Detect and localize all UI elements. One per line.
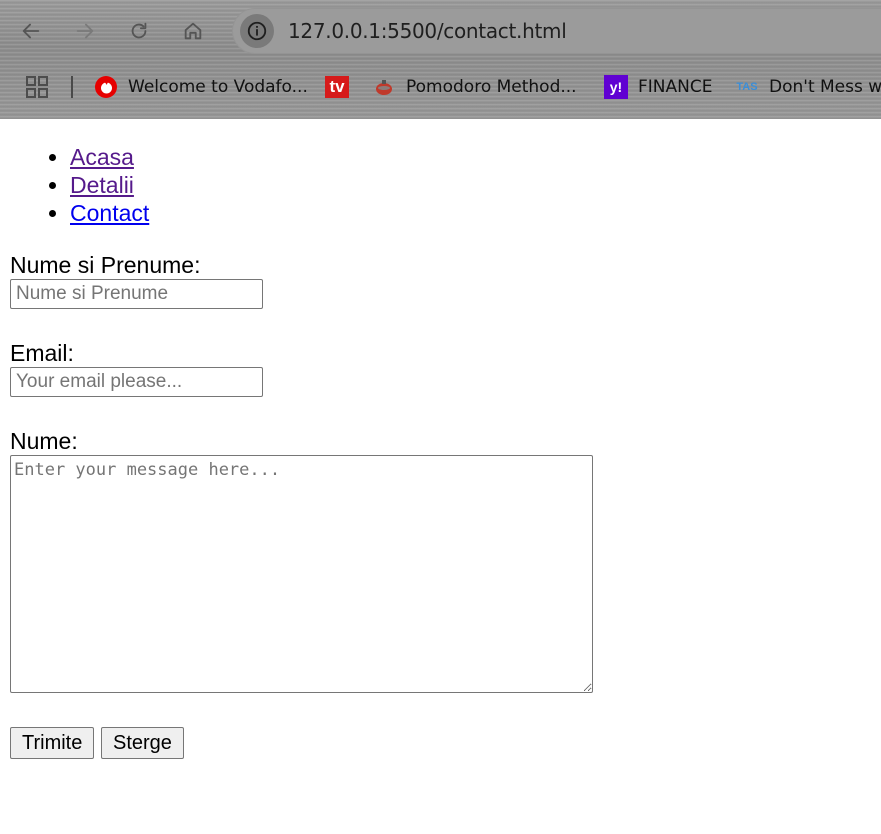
bookmark-label: Welcome to Vodafo...	[128, 77, 308, 97]
bookmark-tas[interactable]: TAS Don't Mess wi	[735, 72, 881, 102]
yahoo-finance-icon: y!	[604, 75, 628, 99]
back-arrow-icon	[22, 23, 40, 39]
info-icon	[247, 21, 267, 41]
tas-icon: TAS	[736, 81, 758, 93]
reload-icon	[131, 22, 147, 39]
tomato-timer-icon	[372, 75, 396, 99]
nav-link-detalii[interactable]: Detalii	[70, 172, 134, 198]
bookmark-vodafone[interactable]: Welcome to Vodafo...	[94, 72, 308, 102]
nav-item-acasa: Acasa	[70, 143, 149, 171]
reload-button[interactable]	[122, 14, 156, 48]
vodafone-icon	[94, 75, 118, 99]
browser-chrome: 127.0.0.1:5500/contact.html Welcome to V…	[0, 0, 881, 119]
nav-link-acasa[interactable]: Acasa	[70, 144, 134, 170]
site-nav: Acasa Detalii Contact	[30, 143, 149, 227]
home-icon	[184, 22, 202, 40]
nav-item-detalii: Detalii	[70, 171, 149, 199]
submit-button[interactable]: Trimite	[10, 727, 95, 759]
tv-icon: tv	[325, 76, 349, 98]
reset-button[interactable]: Sterge	[101, 727, 184, 759]
forward-button[interactable]	[68, 14, 102, 48]
bookmarks-bar: Welcome to Vodafo... tv Pomodoro Method.…	[0, 68, 881, 108]
bookmark-label: Pomodoro Method...	[406, 77, 577, 97]
name-label: Nume si Prenume:	[10, 252, 201, 278]
back-button[interactable]	[14, 14, 48, 48]
message-textarea[interactable]	[10, 455, 593, 693]
forward-arrow-icon	[76, 23, 94, 39]
bookmark-label: Don't Mess wi	[769, 77, 881, 97]
bookmark-label: FINANCE	[638, 77, 713, 97]
bookmark-pomodoro[interactable]: Pomodoro Method...	[372, 72, 577, 102]
bookmark-tv[interactable]: tv	[325, 72, 359, 102]
nav-link-contact[interactable]: Contact	[70, 200, 149, 226]
site-info-button[interactable]	[240, 14, 274, 48]
bookmarks-separator	[71, 76, 73, 98]
address-bar-url[interactable]: 127.0.0.1:5500/contact.html	[288, 19, 567, 43]
apps-grid-icon[interactable]	[26, 76, 48, 98]
nav-item-contact: Contact	[70, 199, 149, 227]
bookmark-yahoo-finance[interactable]: y! FINANCE	[604, 72, 712, 102]
page-content: Acasa Detalii Contact Nume si Prenume: E…	[0, 119, 881, 834]
email-input[interactable]	[10, 367, 263, 397]
message-label: Nume:	[10, 428, 78, 454]
home-button[interactable]	[176, 14, 210, 48]
name-input[interactable]	[10, 279, 263, 309]
email-label: Email:	[10, 340, 74, 366]
